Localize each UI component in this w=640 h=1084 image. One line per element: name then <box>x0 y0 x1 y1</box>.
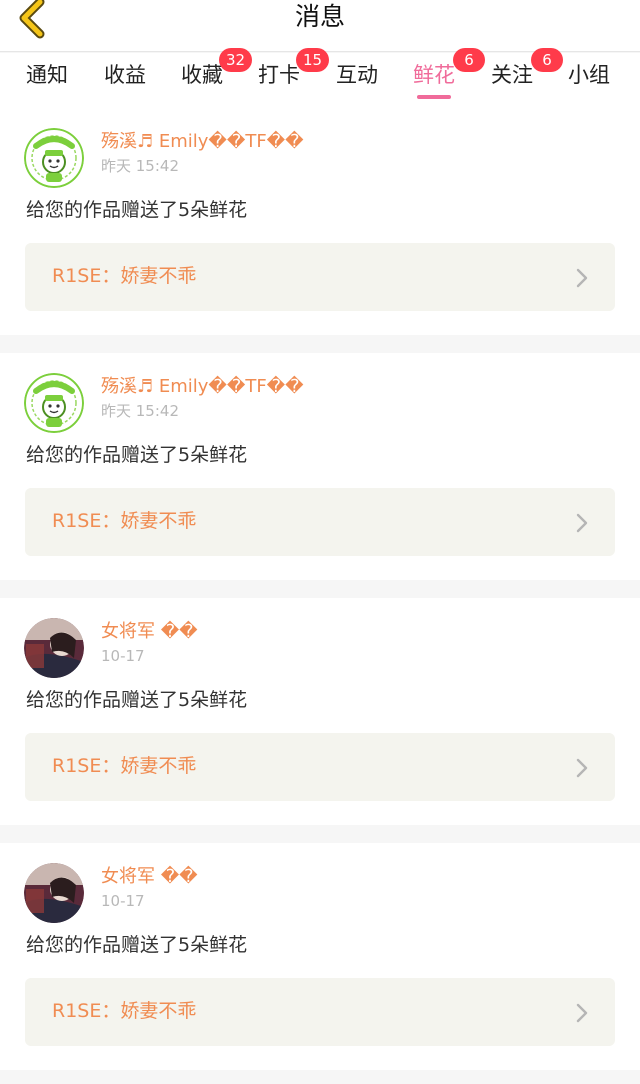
work-link[interactable]: R1SE：娇妻不乖 <box>25 488 615 556</box>
tab-label: 收藏 <box>181 63 223 87</box>
avatar[interactable] <box>24 128 84 188</box>
chevron-right-icon <box>575 1002 589 1024</box>
message-time: 昨天 15:42 <box>101 402 179 420</box>
message-text: 给您的作品赠送了5朵鲜花 <box>26 934 248 956</box>
sender-name[interactable]: 女将军 �� <box>101 620 198 644</box>
avatar[interactable] <box>24 373 84 433</box>
tab-interaction[interactable]: 互动 <box>336 61 378 105</box>
message-tabs: 通知 收益 收藏 32 打卡 15 互动 鲜花 6 关注 6 小组 <box>0 48 640 115</box>
tab-checkin[interactable]: 打卡 15 <box>258 48 330 105</box>
tab-flowers[interactable]: 鲜花 6 <box>413 48 485 105</box>
flower-message-card: 女将军 �� 10-17 给您的作品赠送了5朵鲜花 R1SE：娇妻不乖 <box>0 598 640 825</box>
nav-header: 消息 <box>0 0 640 52</box>
message-text: 给您的作品赠送了5朵鲜花 <box>26 444 248 466</box>
tab-label: 互动 <box>336 63 378 87</box>
tab-label: 小组 <box>568 63 610 87</box>
work-title: R1SE：娇妻不乖 <box>52 755 197 777</box>
message-time: 昨天 15:42 <box>101 157 179 175</box>
chevron-right-icon <box>575 512 589 534</box>
tab-favorites[interactable]: 收藏 32 <box>181 48 253 105</box>
tab-earnings[interactable]: 收益 <box>104 61 146 105</box>
work-title: R1SE：娇妻不乖 <box>52 1000 197 1022</box>
work-link[interactable]: R1SE：娇妻不乖 <box>25 978 615 1046</box>
tab-label: 打卡 <box>258 63 300 87</box>
unread-badge: 6 <box>531 48 563 72</box>
messages-page: 消息 通知 收益 收藏 32 打卡 15 互动 鲜花 6 关注 6 小组 殇溪♬… <box>0 0 640 1084</box>
sender-name[interactable]: 殇溪♬ Emily��TF�� <box>101 130 304 154</box>
chevron-right-icon <box>575 267 589 289</box>
page-title: 消息 <box>294 2 345 31</box>
tab-label: 鲜花 <box>413 63 455 87</box>
message-text: 给您的作品赠送了5朵鲜花 <box>26 689 248 711</box>
tab-notice[interactable]: 通知 <box>26 61 68 105</box>
active-tab-indicator <box>417 95 451 99</box>
work-link[interactable]: R1SE：娇妻不乖 <box>25 243 615 311</box>
green-cartoon-avatar-icon <box>24 128 84 188</box>
unread-badge: 32 <box>219 48 253 72</box>
unread-badge: 6 <box>453 48 485 72</box>
sender-name[interactable]: 女将军 �� <box>101 865 198 889</box>
tab-following[interactable]: 关注 6 <box>491 48 563 105</box>
flower-message-card: 殇溪♬ Emily��TF�� 昨天 15:42 给您的作品赠送了5朵鲜花 R1… <box>0 353 640 580</box>
tab-label: 通知 <box>26 63 68 87</box>
tab-groups[interactable]: 小组 <box>568 61 610 105</box>
message-text: 给您的作品赠送了5朵鲜花 <box>26 199 248 221</box>
avatar[interactable] <box>24 863 84 923</box>
message-time: 10-17 <box>101 647 145 665</box>
photo-avatar-icon <box>24 863 84 923</box>
unread-badge: 15 <box>296 48 330 72</box>
photo-avatar-icon <box>24 618 84 678</box>
tab-label: 关注 <box>491 63 533 87</box>
green-cartoon-avatar-icon <box>24 373 84 433</box>
tab-label: 收益 <box>104 63 146 87</box>
message-time: 10-17 <box>101 892 145 910</box>
flower-message-card: 殇溪♬ Emily��TF�� 昨天 15:42 给您的作品赠送了5朵鲜花 R1… <box>0 108 640 335</box>
flower-message-card: 女将军 �� 10-17 给您的作品赠送了5朵鲜花 R1SE：娇妻不乖 <box>0 843 640 1070</box>
avatar[interactable] <box>24 618 84 678</box>
work-title: R1SE：娇妻不乖 <box>52 510 197 532</box>
work-title: R1SE：娇妻不乖 <box>52 265 197 287</box>
chevron-right-icon <box>575 757 589 779</box>
sender-name[interactable]: 殇溪♬ Emily��TF�� <box>101 375 304 399</box>
work-link[interactable]: R1SE：娇妻不乖 <box>25 733 615 801</box>
